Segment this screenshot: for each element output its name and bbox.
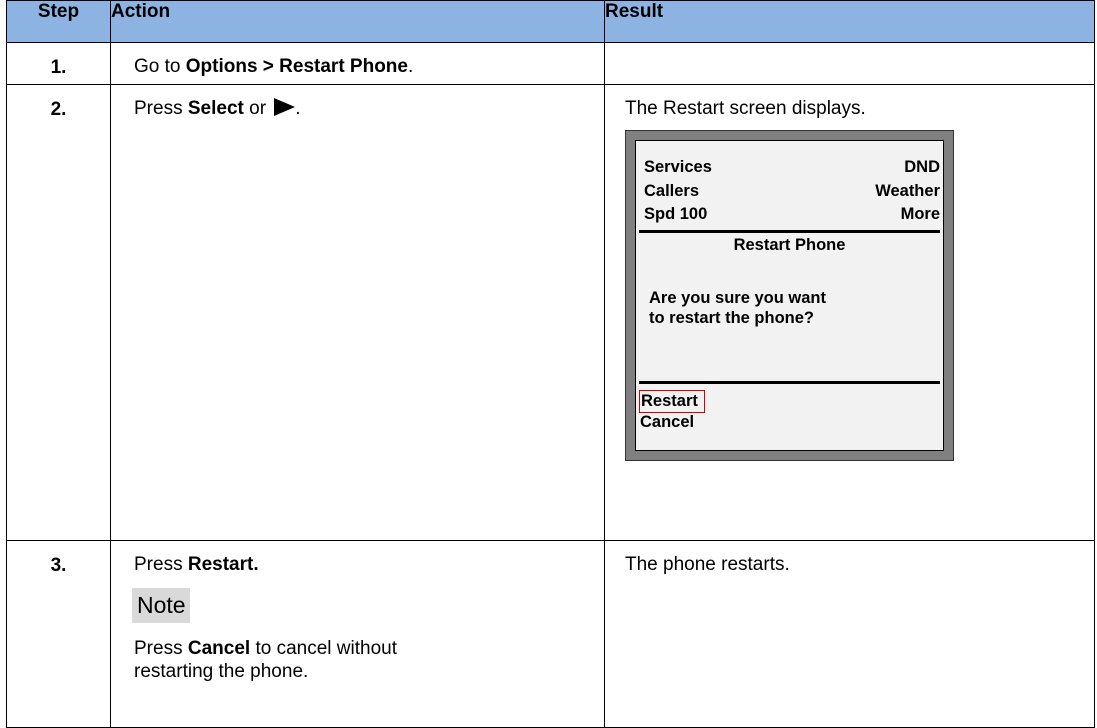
result-cell bbox=[604, 42, 1095, 85]
result-cell: The phone restarts. bbox=[604, 540, 1095, 728]
action-text: . bbox=[295, 98, 301, 119]
note-text-part: Press bbox=[134, 638, 188, 659]
action-text: or bbox=[243, 98, 272, 119]
menu-item-weather: Weather bbox=[875, 182, 940, 200]
menu-item-spd100: Spd 100 bbox=[644, 205, 708, 223]
result-text: The Restart screen displays. bbox=[625, 98, 866, 119]
action-cell: Press Select or . bbox=[110, 84, 605, 541]
menu-item-services: Services bbox=[644, 158, 712, 176]
divider bbox=[639, 230, 940, 233]
procedure-table: Step Action Result 1. Go to Options > Re… bbox=[6, 0, 1095, 728]
header-result: Result bbox=[604, 0, 1095, 43]
menu-item-callers: Callers bbox=[644, 182, 700, 200]
action-text: . bbox=[407, 56, 414, 77]
menu-row: Spd 100 More bbox=[644, 205, 940, 224]
action-text: Go to bbox=[134, 56, 186, 77]
screen-message: Are you sure you want to restart the pho… bbox=[649, 288, 826, 328]
action-cell: Press Restart. Note Press Cancel to canc… bbox=[110, 540, 605, 728]
step-number: 1. bbox=[6, 42, 111, 85]
note-label: Note bbox=[132, 588, 190, 623]
header-row: Step Action Result bbox=[6, 0, 1095, 43]
phone-screen-image: Services DND Callers Weather Spd 100 Mor… bbox=[625, 130, 954, 461]
action-cell: Go to Options > Restart Phone. bbox=[110, 42, 605, 85]
table-row: 3. Press Restart. Note Press Cancel to c… bbox=[6, 540, 1095, 728]
softkey-restart: Restart bbox=[639, 390, 705, 413]
screen-title: Restart Phone bbox=[733, 236, 846, 254]
menu-row: Callers Weather bbox=[644, 182, 940, 201]
action-bold: Options > Restart Phone bbox=[185, 56, 408, 77]
header-step: Step bbox=[6, 0, 111, 43]
header-action: Action bbox=[110, 0, 605, 43]
result-cell: The Restart screen displays. Services DN… bbox=[604, 84, 1095, 541]
action-bold: Select bbox=[187, 98, 244, 119]
action-text: Press bbox=[134, 554, 188, 575]
divider bbox=[639, 381, 940, 384]
menu-item-more: More bbox=[900, 205, 940, 223]
message-line: to restart the phone? bbox=[649, 309, 815, 327]
note-text-part: restarting the phone. bbox=[134, 661, 309, 682]
note-text: Press Cancel to cancel without restarting… bbox=[134, 637, 604, 683]
action-text: Press bbox=[134, 98, 188, 119]
step-number: 2. bbox=[6, 84, 111, 541]
softkey-cancel: Cancel bbox=[640, 413, 695, 431]
note-text-part: to cancel without bbox=[250, 638, 397, 659]
menu-row: Services DND bbox=[644, 158, 940, 177]
message-line: Are you sure you want bbox=[649, 289, 826, 307]
table-row: 2. Press Select or . The Restart screen … bbox=[6, 84, 1095, 541]
table-row: 1. Go to Options > Restart Phone. bbox=[6, 42, 1095, 85]
action-bold: Restart. bbox=[187, 554, 259, 575]
phone-display: Services DND Callers Weather Spd 100 Mor… bbox=[635, 140, 944, 451]
step-number: 3. bbox=[6, 540, 111, 728]
menu-item-dnd: DND bbox=[904, 158, 940, 176]
note-bold: Cancel bbox=[187, 638, 251, 659]
right-arrow-icon bbox=[274, 98, 296, 116]
